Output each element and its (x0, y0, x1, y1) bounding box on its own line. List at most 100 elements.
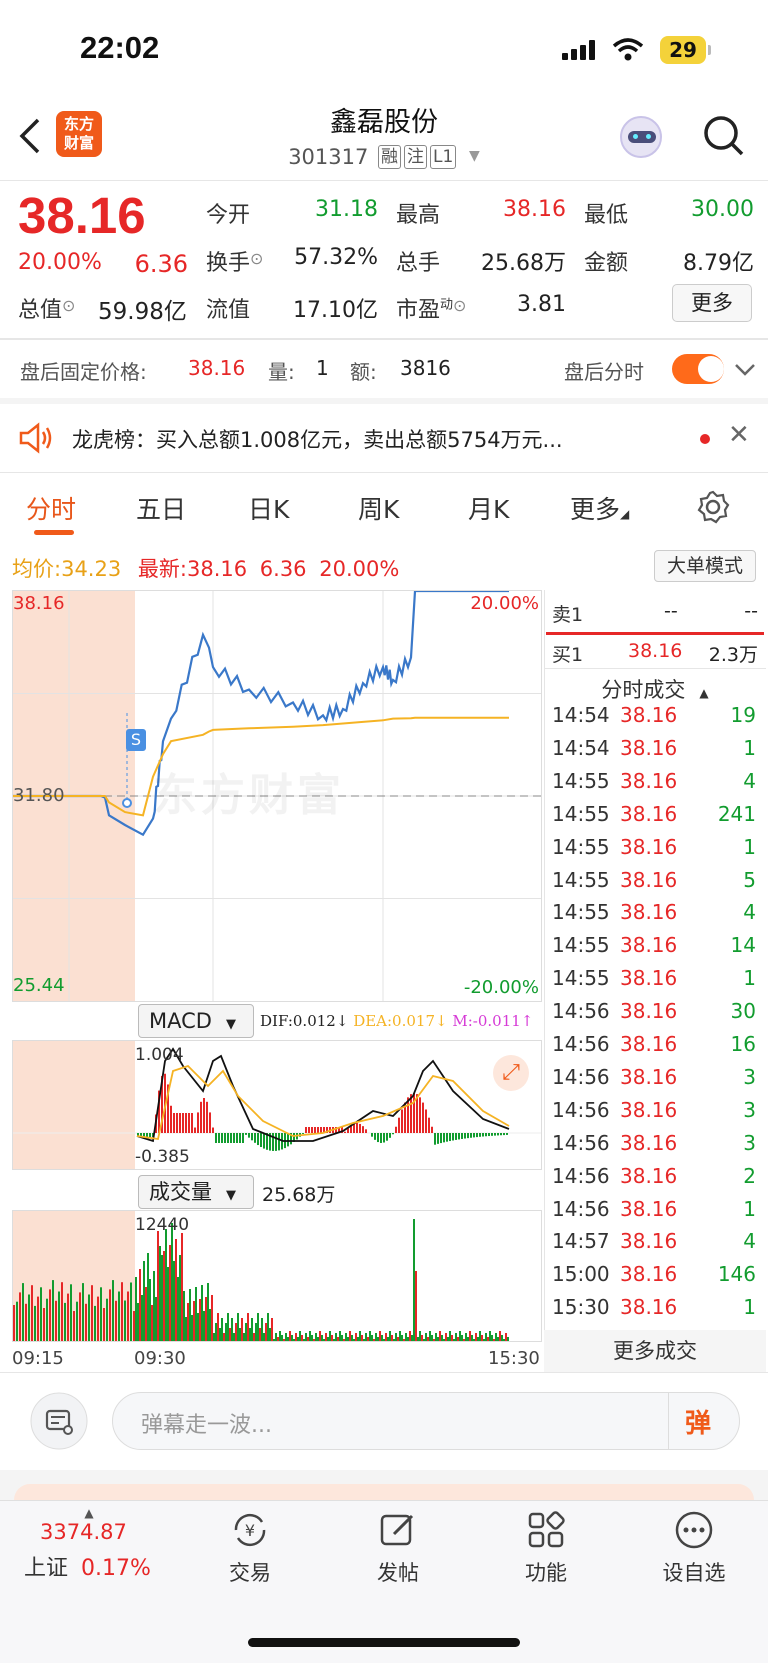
macd-bar (146, 1133, 148, 1137)
macd-bar (224, 1133, 226, 1143)
macd-bar (377, 1133, 379, 1143)
more-trades-button[interactable]: 更多成交 (544, 1330, 766, 1372)
volume-bar (379, 1331, 381, 1341)
big-order-mode-button[interactable]: 大单模式 (654, 550, 756, 582)
turnover-value: 57.32% (294, 245, 378, 270)
nav-post[interactable]: 发帖 (348, 1508, 448, 1587)
info-icon[interactable]: ⊙ (250, 249, 263, 268)
volume-bar (461, 1335, 463, 1341)
chevron-down-icon[interactable] (734, 362, 756, 378)
info-icon[interactable]: ⊙ (453, 296, 466, 315)
macd-bar (230, 1133, 232, 1143)
bullet-settings-icon[interactable] (30, 1392, 88, 1450)
volume-bar (177, 1277, 179, 1341)
total-mv-label: 总值⊙ (18, 296, 76, 323)
macd-lo-label: -0.385 (135, 1147, 190, 1167)
volume-bar (459, 1331, 461, 1341)
macd-bar (302, 1133, 304, 1134)
volume-bar (79, 1292, 81, 1341)
volume-bar (441, 1335, 443, 1341)
macd-bar (440, 1133, 442, 1144)
nav-trade[interactable]: ¥ 交易 (200, 1508, 300, 1587)
intraday-chart[interactable]: 东方财富 38.16 25.44 20.00% -20.00% 31.80 S (12, 590, 542, 1002)
tab-monthly-k[interactable]: 月K (468, 490, 509, 526)
volume-bar (181, 1233, 183, 1341)
volume-bar (58, 1291, 60, 1341)
volume-bar (325, 1333, 327, 1341)
volume-label: 总手 (396, 251, 441, 276)
more-quote-button[interactable]: 更多 (672, 284, 752, 322)
caret-down-icon: ▼ (469, 148, 480, 164)
macd-bar (179, 1113, 181, 1133)
macd-bar (434, 1133, 436, 1145)
volume-bar (183, 1291, 185, 1341)
unread-dot (700, 434, 710, 444)
volume-bar (61, 1282, 63, 1341)
volume-bar (253, 1333, 255, 1341)
float-mv-label: 流值 (206, 298, 251, 323)
volume-bar (265, 1323, 267, 1341)
dragon-tiger-banner[interactable]: 龙虎榜：买入总额1.008亿元，卖出总额5754万元... ✕ (0, 404, 768, 472)
macd-bar (215, 1133, 217, 1143)
volume-bar (130, 1282, 132, 1341)
macd-hi-label: 1.004 (135, 1045, 184, 1065)
macd-bar (497, 1133, 499, 1136)
volume-bar (487, 1337, 489, 1341)
volume-bar (255, 1323, 257, 1341)
tick-trades-header[interactable]: 分时成交 ▲ (544, 674, 766, 704)
robot-avatar-icon[interactable] (620, 116, 662, 158)
volume-bar (319, 1331, 321, 1341)
event-marker[interactable]: S (126, 729, 146, 751)
volume-bar (191, 1315, 193, 1341)
macd-bar (209, 1112, 211, 1133)
macd-bar (470, 1133, 472, 1138)
settings-gear-icon[interactable] (696, 490, 730, 524)
volume-bar (291, 1335, 293, 1341)
volume-bar (13, 1305, 15, 1341)
tab-five-day[interactable]: 五日 (136, 490, 186, 526)
pe-value: 3.81 (517, 292, 566, 317)
tick-trade-row: 14:56 38.16 1 (552, 1196, 756, 1221)
volume-bar (387, 1337, 389, 1341)
expand-icon[interactable]: ⤢ (493, 1055, 529, 1091)
tick-trade-row: 14:55 38.16 241 (552, 801, 756, 826)
volume-bar (271, 1318, 273, 1341)
tab-weekly-k[interactable]: 周K (358, 490, 399, 526)
macd-selector[interactable]: MACD ▼ (138, 1004, 254, 1038)
battery-icon: 29 (660, 36, 706, 64)
macd-bar (176, 1113, 178, 1133)
status-bar: 22:02 29 (0, 0, 768, 100)
volume-bar (249, 1328, 251, 1341)
macd-bar (395, 1126, 397, 1133)
macd-bar (170, 1105, 172, 1133)
total-mv-value: 59.98亿 (98, 299, 187, 325)
volume-bar (145, 1287, 147, 1341)
bullet-send-button[interactable]: 弹 (685, 1403, 711, 1440)
comment-input[interactable]: 弹幕走一波... 弹 (112, 1392, 740, 1450)
volume-bar (463, 1339, 465, 1341)
volume-bar (383, 1339, 385, 1341)
volume-bar (355, 1333, 357, 1341)
volume-bar (305, 1333, 307, 1341)
volume-bar (225, 1323, 227, 1341)
volume-bar (437, 1337, 439, 1341)
nav-watchlist[interactable]: 设自选 (644, 1508, 744, 1587)
volume-bar (499, 1331, 501, 1341)
tab-intraday[interactable]: 分时 (26, 490, 76, 526)
volume-bar (219, 1328, 221, 1341)
volume-bar (235, 1323, 237, 1341)
nav-functions[interactable]: 功能 (496, 1508, 596, 1587)
info-icon[interactable]: ⊙ (62, 296, 75, 315)
tab-more[interactable]: 更多◢ (570, 490, 629, 526)
tab-daily-k[interactable]: 日K (248, 490, 289, 526)
open-value: 31.18 (315, 197, 378, 222)
close-icon[interactable]: ✕ (728, 420, 750, 450)
volume-bar (112, 1280, 114, 1341)
search-icon[interactable] (702, 114, 746, 158)
volume-bar (203, 1311, 205, 1341)
volume-selector[interactable]: 成交量 ▼ (138, 1175, 254, 1209)
volume-bar (421, 1335, 423, 1341)
index-ticker[interactable]: ▲ 3374.87 上证 0.17% (24, 1506, 164, 1582)
volume-bar (489, 1331, 491, 1341)
tick-trade-row: 14:56 38.16 2 (552, 1163, 756, 1188)
